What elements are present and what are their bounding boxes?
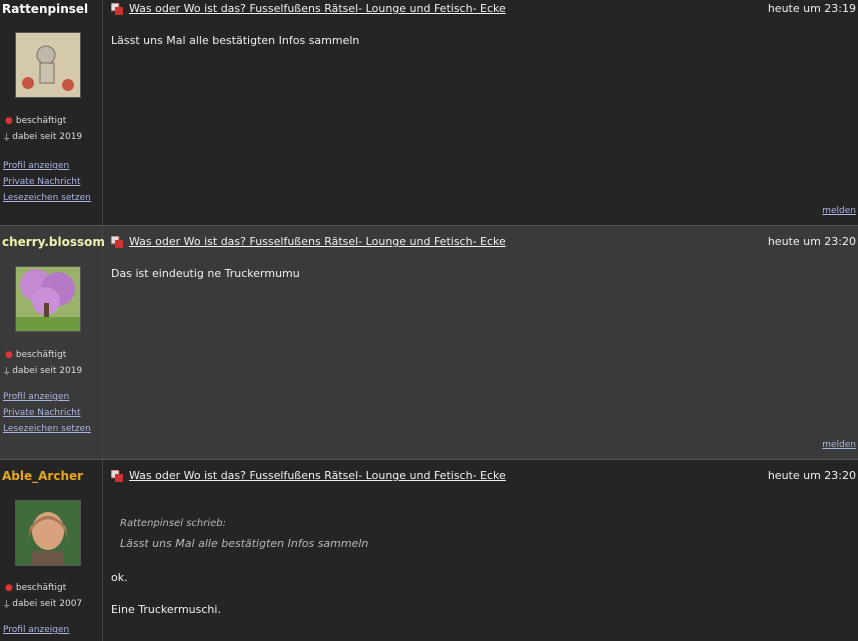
avatar-drawing xyxy=(16,267,80,331)
post-2-status: ● beschäftigt xyxy=(5,350,67,360)
post-3: Able_Archer ● beschäftigt ⍊ dabei seit 20… xyxy=(0,460,858,641)
post-1: Rattenpinsel ● beschäftigt ⍊ dabei seit 2… xyxy=(0,0,858,226)
profile-link[interactable]: Profil anzeigen xyxy=(3,622,69,638)
member-icon: ⍊ xyxy=(4,366,10,376)
profile-link[interactable]: Profil anzeigen xyxy=(3,158,91,174)
quote-block: Rattenpinsel schrieb: Lässt uns Mal alle… xyxy=(120,518,368,550)
post-1-avatar[interactable] xyxy=(15,32,81,98)
post-2-avatar[interactable] xyxy=(15,266,81,332)
status-dot-icon: ● xyxy=(5,583,13,593)
post-3-status: ● beschäftigt xyxy=(5,583,67,593)
post-1-sidebar: Rattenpinsel ● beschäftigt ⍊ dabei seit 2… xyxy=(0,0,103,225)
post-3-sidebar: Able_Archer ● beschäftigt ⍊ dabei seit 20… xyxy=(0,460,103,641)
post-2-time: heute um 23:20 xyxy=(767,235,856,248)
bookmark-link[interactable]: Lesezeichen setzen xyxy=(3,421,91,437)
post-3-since: ⍊ dabei seit 2007 xyxy=(4,599,83,609)
post-3-content: Was oder Wo ist das? Fusselfußens Rätsel… xyxy=(103,460,858,641)
post-1-status: ● beschäftigt xyxy=(5,116,67,126)
post-1-body: Lässt uns Mal alle bestätigten Infos sam… xyxy=(111,34,360,47)
post-1-time: heute um 23:19 xyxy=(767,2,856,15)
member-icon: ⍊ xyxy=(4,132,10,142)
member-icon: ⍊ xyxy=(4,599,10,609)
post-1-links: Profil anzeigen Private Nachricht Leseze… xyxy=(3,158,91,206)
post-2-sidebar: cherry.blossom ● beschäftigt ⍊ dabei seit… xyxy=(0,226,105,459)
post-icon xyxy=(110,235,123,248)
post-3-body-line2: Eine Truckermuschi. xyxy=(111,603,221,616)
post-2-title[interactable]: Was oder Wo ist das? Fusselfußens Rätsel… xyxy=(110,235,506,248)
post-3-links: Profil anzeigen xyxy=(3,622,69,638)
post-icon xyxy=(110,469,123,482)
report-link[interactable]: melden xyxy=(822,206,856,216)
post-2-links: Profil anzeigen Private Nachricht Leseze… xyxy=(3,389,91,437)
post-1-content: Was oder Wo ist das? Fusselfußens Rätsel… xyxy=(103,0,858,225)
post-icon xyxy=(110,2,123,15)
status-dot-icon: ● xyxy=(5,350,13,360)
quote-author: Rattenpinsel schrieb: xyxy=(120,518,226,529)
private-message-link[interactable]: Private Nachricht xyxy=(3,174,91,190)
avatar-drawing xyxy=(16,33,80,97)
post-2-author[interactable]: cherry.blossom xyxy=(2,235,105,249)
bookmark-link[interactable]: Lesezeichen setzen xyxy=(3,190,91,206)
report-link[interactable]: melden xyxy=(822,440,856,450)
post-1-title[interactable]: Was oder Wo ist das? Fusselfußens Rätsel… xyxy=(110,2,506,15)
post-2-body: Das ist eindeutig ne Truckermumu xyxy=(111,267,300,280)
profile-link[interactable]: Profil anzeigen xyxy=(3,389,91,405)
post-3-author[interactable]: Able_Archer xyxy=(2,469,83,483)
post-2: cherry.blossom ● beschäftigt ⍊ dabei seit… xyxy=(0,226,858,460)
quote-text: Lässt uns Mal alle bestätigten Infos sam… xyxy=(120,537,369,550)
status-dot-icon: ● xyxy=(5,116,13,126)
post-1-since: ⍊ dabei seit 2019 xyxy=(4,132,83,142)
post-2-content: Was oder Wo ist das? Fusselfußens Rätsel… xyxy=(103,226,858,459)
post-3-time: heute um 23:20 xyxy=(767,469,856,482)
post-1-author[interactable]: Rattenpinsel xyxy=(2,2,88,16)
post-2-since: ⍊ dabei seit 2019 xyxy=(4,366,83,376)
post-3-title[interactable]: Was oder Wo ist das? Fusselfußens Rätsel… xyxy=(110,469,506,482)
private-message-link[interactable]: Private Nachricht xyxy=(3,405,91,421)
post-3-body-line1: ok. xyxy=(111,571,128,584)
post-3-avatar[interactable] xyxy=(15,500,81,566)
avatar-drawing xyxy=(16,501,80,565)
